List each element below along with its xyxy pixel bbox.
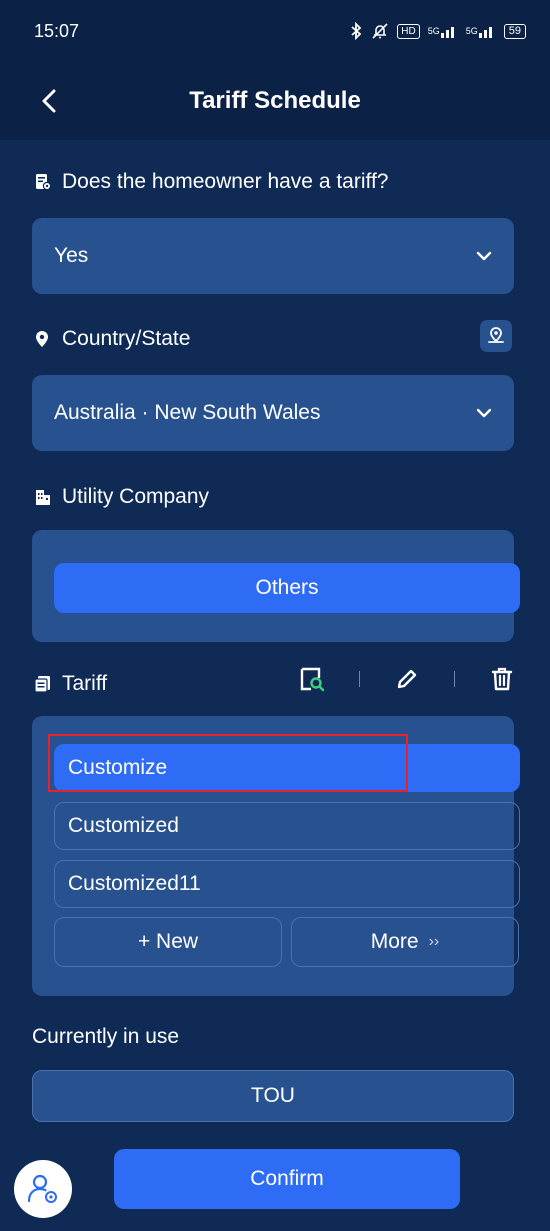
bluetooth-icon: [349, 22, 363, 40]
tariff-question-value: Yes: [54, 244, 89, 267]
others-button-label: Others: [255, 576, 319, 599]
country-state-text: Country/State: [62, 327, 191, 350]
currently-in-use-label: Currently in use: [32, 1025, 180, 1048]
signal-5g-icon-2: 5G: [466, 24, 496, 38]
current-tariff-value-box: TOU: [32, 1070, 514, 1122]
new-tariff-label: + New: [137, 930, 199, 953]
more-tariffs-label: More: [370, 930, 419, 953]
pencil-icon: [397, 669, 417, 689]
double-chevron-right-icon: ››: [428, 933, 440, 950]
chevron-left-icon: [42, 89, 56, 113]
more-tariffs-button[interactable]: More ››: [291, 917, 519, 967]
status-icons: HD 5G 5G 59: [349, 22, 526, 40]
view-tariff-button[interactable]: [298, 665, 326, 693]
search-document-icon: [300, 667, 325, 692]
toolbar-divider: [359, 671, 360, 687]
back-button[interactable]: [34, 86, 64, 116]
hd-badge: HD: [397, 23, 420, 39]
tariff-label: Tariff: [34, 672, 107, 696]
chevron-down-icon: [476, 408, 492, 418]
user-settings-icon: [27, 1174, 57, 1203]
delete-tariff-button[interactable]: [488, 665, 516, 693]
location-pin-icon: [34, 330, 52, 348]
utility-company-label: Utility Company: [34, 485, 209, 509]
trash-icon: [491, 667, 513, 691]
list-document-icon: [34, 675, 52, 693]
country-state-value: Australia · New South Wales: [54, 401, 321, 424]
utility-company-card: Others: [32, 530, 520, 642]
nav-bar: Tariff Schedule: [0, 62, 550, 140]
status-bar: 15:07 HD 5G 5G 59: [0, 0, 550, 62]
utility-company-text: Utility Company: [62, 485, 210, 508]
edit-tariff-button[interactable]: [393, 665, 421, 693]
signal-5g-icon: 5G: [428, 24, 458, 38]
current-tariff-value: TOU: [251, 1084, 295, 1107]
status-time: 15:07: [34, 20, 80, 41]
document-settings-icon: [34, 173, 52, 191]
user-settings-button[interactable]: [14, 1160, 72, 1218]
tariff-option-label: Customized11: [68, 872, 201, 895]
tariff-question-label: Does the homeowner have a tariff?: [34, 170, 388, 194]
confirm-button[interactable]: Confirm: [114, 1149, 460, 1209]
signal-label: 5G: [427, 26, 440, 36]
tariff-option-label: Customized: [68, 814, 179, 837]
tariff-question-text: Does the homeowner have a tariff?: [62, 170, 389, 193]
signal-label-2: 5G: [465, 26, 478, 36]
battery-icon: 59: [503, 23, 526, 39]
tariff-text: Tariff: [62, 672, 108, 695]
tariff-card: Customize Customized Customized11 + New …: [32, 716, 520, 996]
tariff-option-label: Customize: [68, 756, 168, 779]
tariff-question-dropdown[interactable]: Yes: [32, 218, 514, 294]
country-state-label: Country/State: [34, 327, 190, 351]
map-pin-icon: [488, 327, 504, 343]
building-icon: [34, 488, 52, 506]
confirm-button-label: Confirm: [250, 1167, 324, 1190]
tariff-option-customized11[interactable]: Customized11: [54, 860, 520, 908]
page-title: Tariff Schedule: [189, 87, 361, 114]
tariff-option-customized[interactable]: Customized: [54, 802, 520, 850]
others-button[interactable]: Others: [54, 563, 520, 613]
bell-off-icon: [371, 22, 389, 40]
toolbar-divider-2: [454, 671, 455, 687]
country-state-dropdown[interactable]: Australia · New South Wales: [32, 375, 514, 451]
tariff-option-customize[interactable]: Customize: [54, 744, 520, 792]
chevron-down-icon: [476, 251, 492, 261]
locate-button[interactable]: [480, 320, 512, 352]
tariff-toolbar: [298, 665, 516, 693]
new-tariff-button[interactable]: + New: [54, 917, 282, 967]
